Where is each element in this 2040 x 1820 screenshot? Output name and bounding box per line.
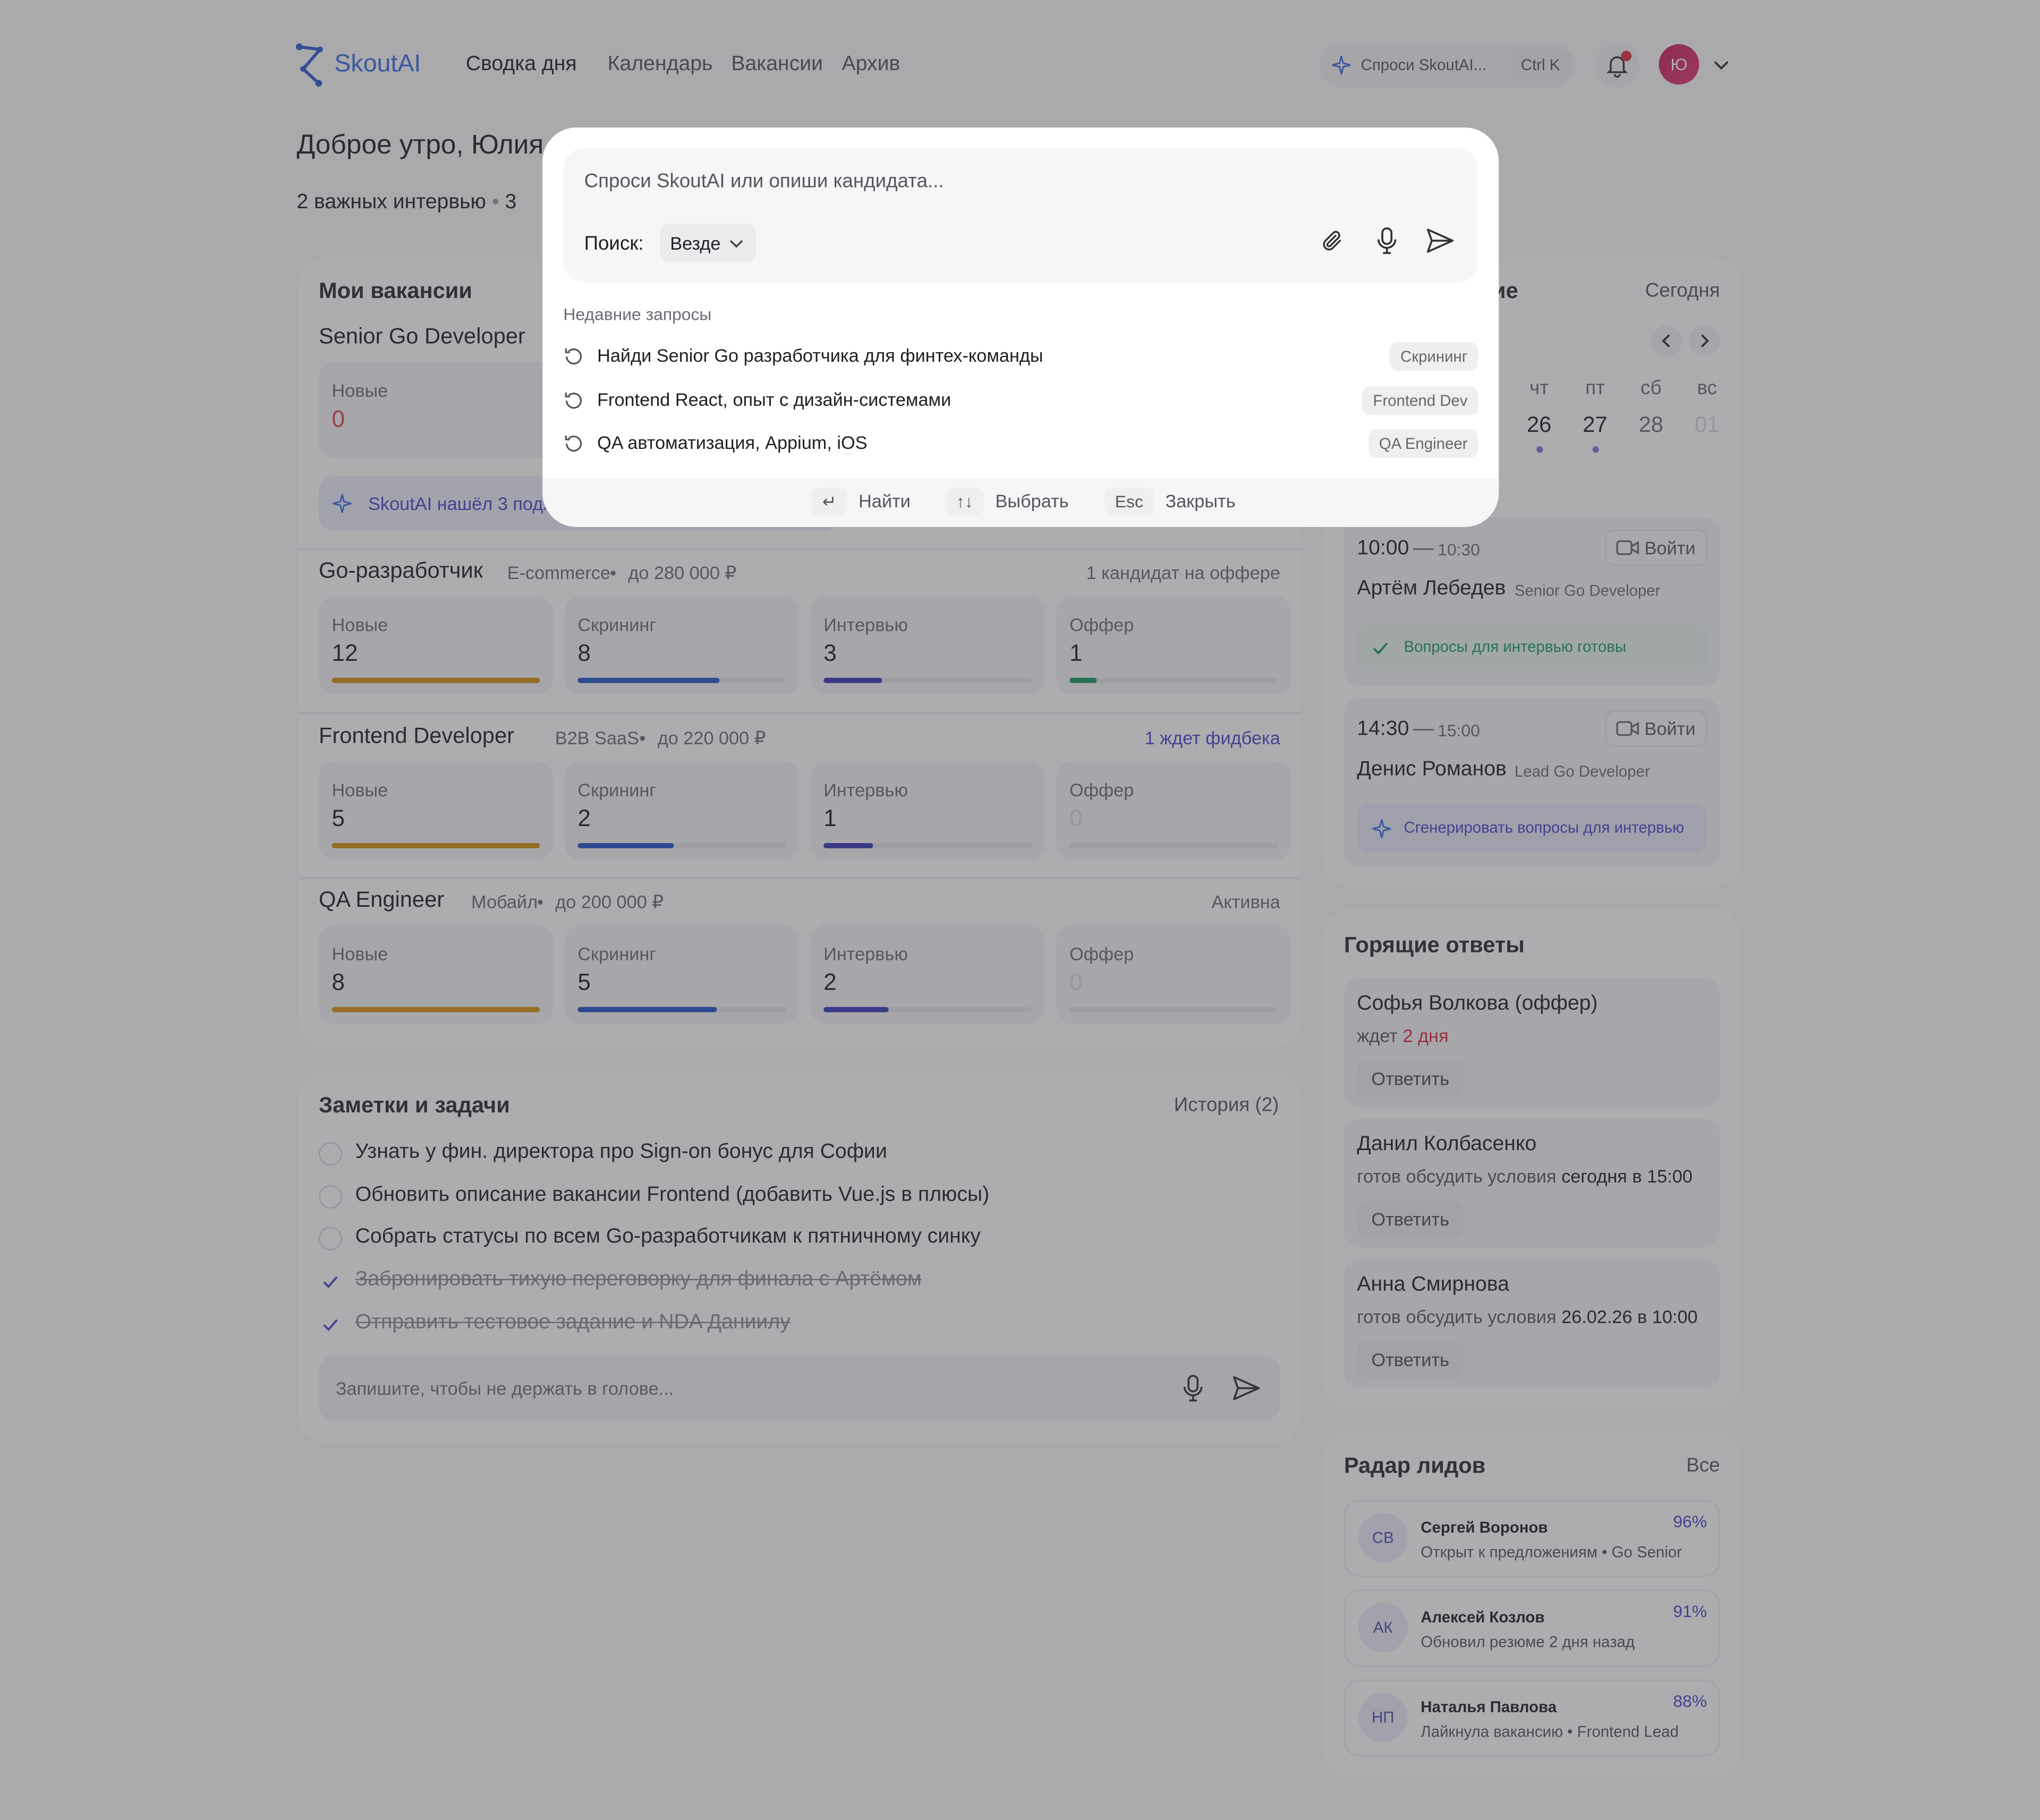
hint-label: Найти [858, 490, 911, 512]
history-icon [565, 436, 582, 452]
hint-key: ↑↓ [946, 488, 984, 517]
history-icon [565, 392, 582, 409]
recent-query-item[interactable]: Frontend React, опыт с дизайн-системами F… [542, 382, 1499, 419]
recent-query-text: Найди Senior Go разработчика для финтех-… [597, 344, 1043, 366]
recent-query-text: Frontend React, опыт с дизайн-системами [597, 388, 951, 410]
chevron-down-icon [729, 240, 743, 248]
send-icon[interactable] [1426, 228, 1455, 254]
command-palette: Спроси SkoutAI или опиши кандидата... По… [542, 127, 1499, 527]
hint-label: Выбрать [995, 490, 1069, 512]
palette-input-area[interactable]: Спроси SkoutAI или опиши кандидата... По… [563, 148, 1478, 283]
recent-query-tag: Скрининг [1390, 342, 1478, 371]
history-icon [565, 348, 582, 365]
recent-queries-title: Недавние запросы [563, 304, 712, 324]
app-root: SkoutAI Сводка дня Календарь Вакансии Ар… [0, 0, 2040, 1820]
keyboard-hint: ↑↓ Выбрать [946, 488, 1069, 517]
recent-query-item[interactable]: QA автоматизация, Appium, iOS QA Engineer [542, 426, 1499, 462]
keyboard-hint: Esc Закрыть [1104, 488, 1236, 517]
palette-scope-dropdown[interactable]: Везде [659, 224, 756, 262]
recent-query-item[interactable]: Найди Senior Go разработчика для финтех-… [542, 338, 1499, 375]
palette-input-placeholder: Спроси SkoutAI или опиши кандидата... [584, 170, 944, 193]
hint-label: Закрыть [1165, 490, 1236, 512]
recent-query-text: QA автоматизация, Appium, iOS [597, 432, 868, 453]
hint-key: ↵ [812, 488, 847, 517]
hint-key: Esc [1104, 488, 1154, 517]
palette-scope-value: Везде [670, 233, 721, 254]
palette-scope-label: Поиск: [584, 233, 644, 256]
recent-query-tag: QA Engineer [1368, 429, 1478, 458]
recent-query-tag: Frontend Dev [1362, 386, 1478, 415]
keyboard-hint: ↵ Найти [812, 488, 911, 517]
paperclip-icon[interactable] [1321, 229, 1347, 255]
palette-footer: ↵ Найти ↑↓ Выбрать Esc Закрыть [542, 479, 1499, 527]
microphone-icon[interactable] [1375, 226, 1399, 255]
